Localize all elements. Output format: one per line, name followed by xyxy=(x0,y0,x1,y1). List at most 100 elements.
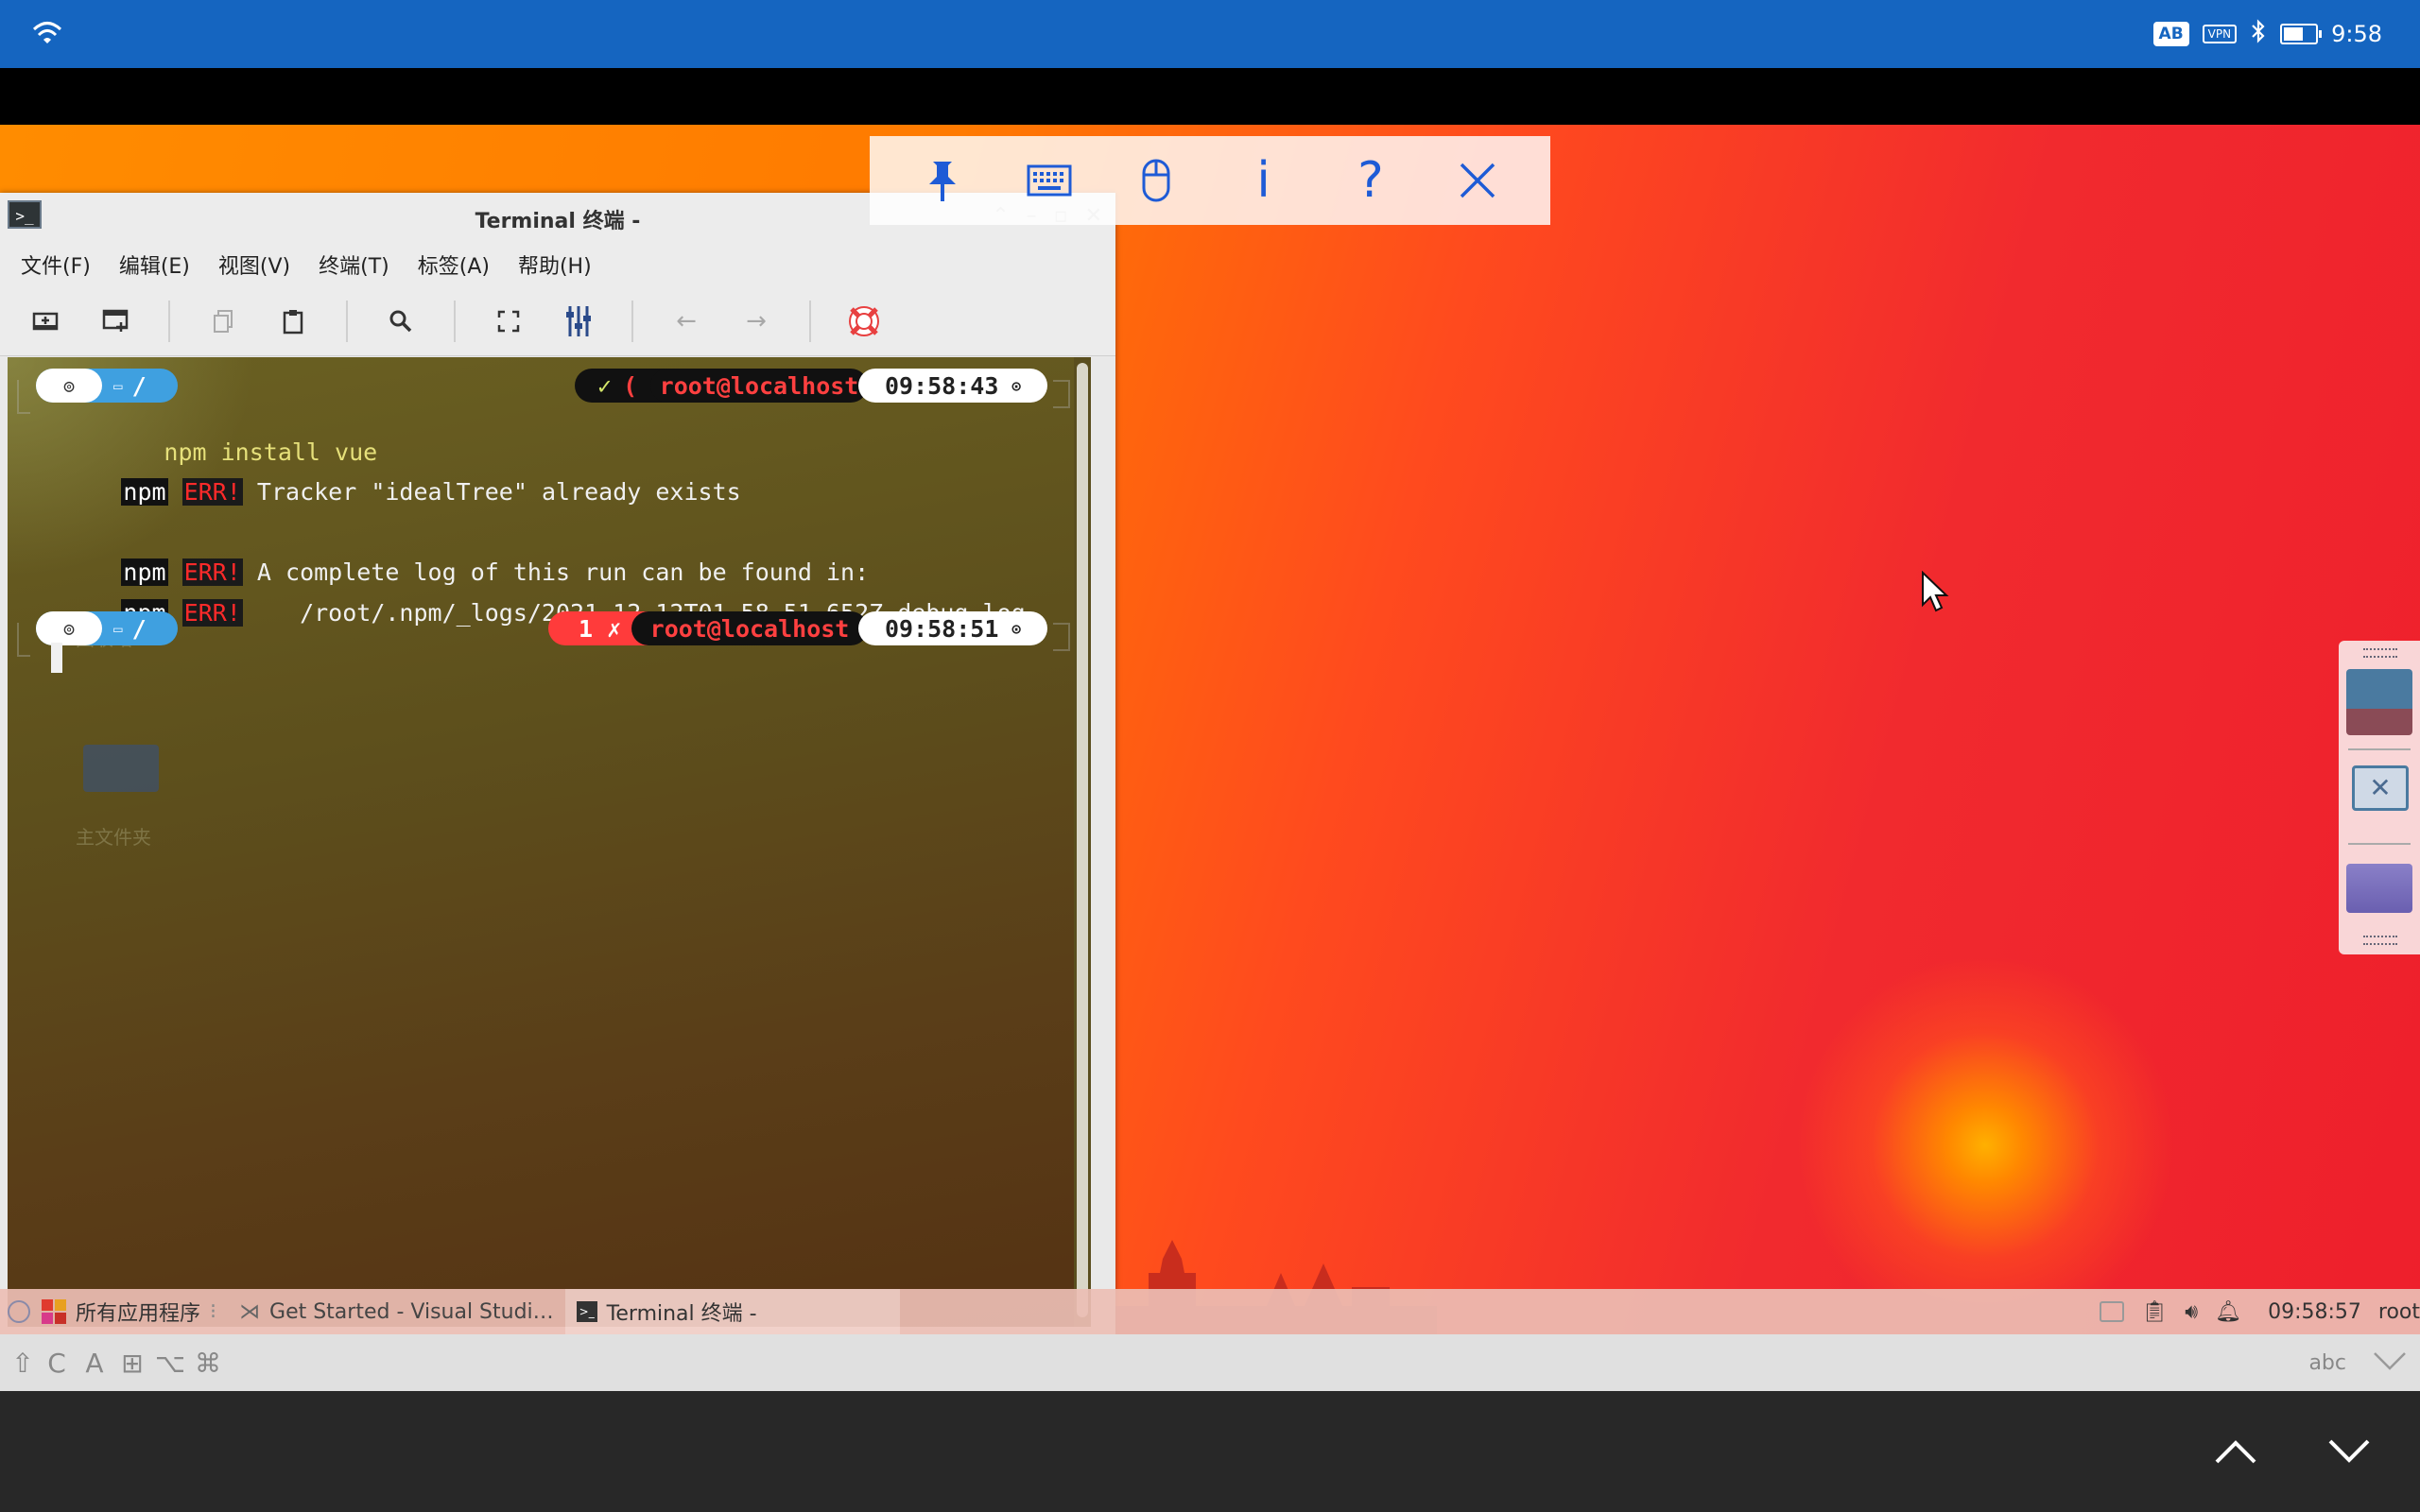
debian-swirl-icon: ◎ xyxy=(63,375,75,396)
prompt-time: 09:58:43 xyxy=(884,371,999,400)
dock-app-monitor-icon[interactable] xyxy=(2346,669,2412,735)
prompt-path-pill: ▭ / xyxy=(113,369,147,403)
prompt-time: 09:58:51 xyxy=(884,614,999,643)
menu-view[interactable]: 视图(V) xyxy=(218,249,290,280)
toolbar-separator xyxy=(454,301,456,342)
prompt-host: root@localhost xyxy=(659,371,859,400)
prompt-frame-left xyxy=(17,623,30,657)
menu-edit[interactable]: 编辑(E) xyxy=(119,249,190,280)
volume-icon[interactable]: 🔊︎ xyxy=(2185,1300,2198,1324)
terminal-line-2: npm ERR! A complete log of this run can … xyxy=(8,524,869,586)
terminal-line-1: npm ERR! Tracker "idealTree" already exi… xyxy=(8,444,741,506)
scroll-up-chevron-icon[interactable] xyxy=(2214,1438,2257,1469)
collapse-chevron-icon[interactable] xyxy=(2373,1348,2407,1379)
terminal-toolbar: ← → xyxy=(0,287,1115,356)
paste-icon[interactable] xyxy=(276,304,310,338)
prompt-os-pill: ◎ xyxy=(36,369,102,403)
dock-handle-bottom[interactable] xyxy=(2363,936,2397,945)
command-key[interactable]: ⌘ xyxy=(189,1348,227,1379)
text-cursor xyxy=(51,643,62,673)
terminal-line-text: Tracker "idealTree" already exists xyxy=(256,478,741,506)
help-icon[interactable]: ? xyxy=(1342,152,1399,209)
taskbar-item-terminal[interactable]: >_ Terminal 终端 - xyxy=(564,1289,900,1334)
prompt-host-pill: root@localhost xyxy=(650,369,868,403)
prompt-frame-left xyxy=(17,380,30,414)
taskbar-clock[interactable]: 09:58:57 xyxy=(2268,1300,2361,1324)
prompt-frame-right xyxy=(1053,380,1070,408)
terminal-window[interactable]: >_ Terminal 终端 - ⌃ – ▫ ✕ 文件(F) 编辑(E) 视图(… xyxy=(0,193,1115,1334)
pin-icon[interactable] xyxy=(914,152,971,209)
new-tab-icon[interactable] xyxy=(28,304,62,338)
start-menu-label: 所有应用程序 xyxy=(76,1302,201,1326)
right-dock: ✕ xyxy=(2339,641,2420,954)
remote-desktop-toolbar: i ? xyxy=(870,136,1550,225)
status-indicators: AB VPN 9:58 xyxy=(2152,17,2382,51)
prompt-status-error: 1 ✗ xyxy=(579,614,622,643)
taskbar-item-label: Terminal 终端 - xyxy=(606,1302,757,1326)
prompt-frame-right xyxy=(1053,623,1070,651)
dock-handle-top[interactable] xyxy=(2363,648,2397,658)
menu-help[interactable]: 帮助(H) xyxy=(518,249,592,280)
close-icon[interactable] xyxy=(1449,152,1506,209)
remote-desktop-area[interactable]: ✕ >_ Terminal 终端 - ⌃ – ▫ ✕ 文件(F) 编辑(E) 视… xyxy=(0,68,2420,1349)
mouse-icon[interactable] xyxy=(1128,152,1184,209)
keyboard-icon[interactable] xyxy=(1021,152,1078,209)
drag-handle-icon: ⁝ xyxy=(210,1299,217,1324)
menu-tabs[interactable]: 标签(A) xyxy=(418,249,490,280)
preferences-icon[interactable] xyxy=(562,304,596,338)
system-tray: 📋︎ 🔊︎ 🔔︎ 09:58:57 root xyxy=(2100,1289,2420,1334)
copy-icon[interactable] xyxy=(206,304,240,338)
alt-key[interactable]: A xyxy=(76,1348,113,1379)
prompt-os-pill: ◎ xyxy=(36,611,102,645)
keyboard-modifier-bar: ⇧ C A ⊞ ⌥ ⌘ abc xyxy=(0,1334,2420,1391)
clipboard-icon[interactable]: 📋︎ xyxy=(2141,1300,2168,1324)
start-menu-button[interactable]: 所有应用程序 ⁝ xyxy=(30,1289,228,1334)
ab-badge: AB xyxy=(2152,22,2189,46)
battery-icon xyxy=(2280,24,2323,44)
help-lifebuoy-icon[interactable] xyxy=(847,304,881,338)
notification-bell-icon[interactable]: 🔔︎ xyxy=(2215,1300,2241,1324)
ctrl-key[interactable]: C xyxy=(38,1348,76,1379)
prompt-host-pill: root@localhost xyxy=(631,611,868,645)
prompt-time-pill: 09:58:43 ⊙ xyxy=(858,369,1047,403)
back-arrow-icon[interactable]: ← xyxy=(669,304,703,338)
scrollbar-thumb[interactable] xyxy=(1077,363,1088,1317)
clock-icon: ⊙ xyxy=(1011,376,1022,395)
terminal-line-3: npm ERR! /root/.npm/_logs/2021-12-12T01_… xyxy=(8,565,1026,627)
forward-arrow-icon[interactable]: → xyxy=(739,304,773,338)
dock-app-remote-icon[interactable]: ✕ xyxy=(2352,765,2409,811)
prompt-path-pill: ▭ / xyxy=(113,611,147,645)
prompt-status-ok: ✓ xyxy=(597,371,613,400)
command-line: npm install vue xyxy=(50,404,377,466)
menu-terminal[interactable]: 终端(T) xyxy=(319,249,389,280)
new-window-icon[interactable] xyxy=(98,304,132,338)
clock-icon: ⊙ xyxy=(1011,619,1022,638)
menu-file[interactable]: 文件(F) xyxy=(21,249,91,280)
dock-folder-icon[interactable] xyxy=(2346,864,2412,913)
search-icon[interactable] xyxy=(384,304,418,338)
taskbar-user[interactable]: root xyxy=(2378,1300,2420,1324)
terminal-scrollbar[interactable] xyxy=(1074,357,1091,1327)
shift-key[interactable]: ⇧ xyxy=(8,1348,38,1379)
dock-separator-2 xyxy=(2348,843,2411,845)
vpn-badge: VPN xyxy=(2202,25,2238,43)
vscode-icon: ⋊ xyxy=(239,1299,261,1324)
taskbar-item-vscode[interactable]: ⋊ Get Started - Visual Studi… xyxy=(228,1289,565,1334)
info-icon[interactable]: i xyxy=(1236,152,1292,209)
status-time: 9:58 xyxy=(2331,21,2382,47)
option-key[interactable]: ⌥ xyxy=(151,1348,189,1379)
npm-tag: npm xyxy=(121,478,168,506)
terminal-output[interactable]: 回收站 主文件夹 ◎ ▭ / ✓ ( root@localhost xyxy=(8,357,1091,1327)
terminal-menubar: 文件(F) 编辑(E) 视图(V) 终端(T) 标签(A) 帮助(H) xyxy=(0,242,1115,287)
fullscreen-icon[interactable] xyxy=(492,304,526,338)
wifi-icon xyxy=(32,19,62,51)
ghost-home-folder-label: 主文件夹 xyxy=(76,826,151,849)
prompt-host: root@localhost xyxy=(649,614,850,643)
input-mode-label[interactable]: abc xyxy=(2308,1351,2346,1375)
globe-icon[interactable] xyxy=(8,1300,30,1323)
scroll-down-chevron-icon[interactable] xyxy=(2327,1438,2371,1469)
windows-key[interactable]: ⊞ xyxy=(113,1348,151,1379)
bluetooth-icon xyxy=(2250,19,2267,49)
input-method-icon[interactable] xyxy=(2100,1301,2125,1322)
mouse-cursor-icon xyxy=(1922,571,1949,612)
